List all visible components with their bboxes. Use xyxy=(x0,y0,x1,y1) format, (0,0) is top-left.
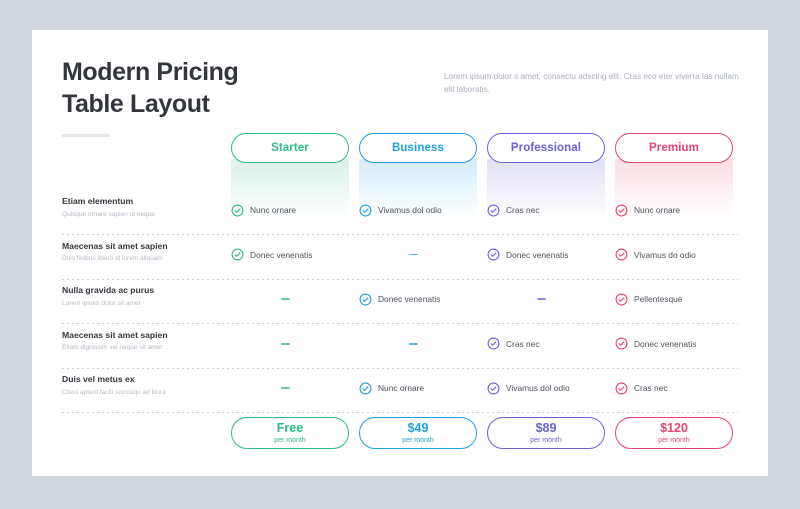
feature-title: Duis vel metus ex xyxy=(62,374,135,385)
feature-label: Etiam elementum Quisque ornare sapien ut … xyxy=(62,196,230,219)
price-amount: $120 xyxy=(660,421,688,436)
check-circle-icon xyxy=(487,337,500,350)
feature-cell: Donec venenatis xyxy=(615,322,733,366)
feature-subtitle: Etiam dignissim vel neque sit amet xyxy=(62,344,163,352)
feature-title: Etiam elementum xyxy=(62,196,134,206)
table-row: Maecenas sit amet sapien Etiam dignissim … xyxy=(62,322,738,366)
check-circle-icon xyxy=(615,293,628,306)
feature-cell: Cras nec xyxy=(615,366,733,410)
price-button-professional[interactable]: $89 per month xyxy=(487,417,605,449)
check-circle-icon xyxy=(487,248,500,261)
dash-icon xyxy=(281,342,290,345)
check-circle-icon xyxy=(359,204,372,217)
feature-cell xyxy=(487,277,605,321)
check-circle-icon xyxy=(487,204,500,217)
check-circle-icon xyxy=(615,204,628,217)
dash-icon xyxy=(281,298,290,301)
feature-label: Nulla gravida ac purus Lorem ipsum dolor … xyxy=(62,285,230,308)
feature-cell-text: Donec venenatis xyxy=(634,338,697,349)
price-button-business[interactable]: $49 per month xyxy=(359,417,477,449)
feature-subtitle: Quisque ornare sapien ut neque xyxy=(62,210,155,218)
dash-icon xyxy=(537,298,546,301)
price-period: per month xyxy=(274,436,306,444)
row-separator xyxy=(62,412,738,414)
feature-subtitle: Lorem ipsum dolor sit amet xyxy=(62,299,141,307)
feature-title: Nulla gravida ac purus xyxy=(62,285,155,296)
feature-cell-text: Cras nec xyxy=(506,205,540,215)
plan-header-premium[interactable]: Premium xyxy=(615,133,733,163)
pricing-card: Modern Pricing Table Layout Lorem ipsum … xyxy=(32,30,768,476)
feature-cell: Cras nec xyxy=(487,322,605,366)
feature-cell xyxy=(359,322,477,366)
feature-cell-text: Vivamus dol odio xyxy=(378,205,442,215)
dash-icon xyxy=(409,342,418,345)
check-circle-icon xyxy=(359,293,372,306)
price-amount: $89 xyxy=(535,421,557,436)
feature-cell-text: Pellentesque xyxy=(634,294,683,305)
feature-cell-text: Donec venenatis xyxy=(250,249,313,260)
price-period: per month xyxy=(402,436,434,444)
feature-cell-text: Donec venenatis xyxy=(378,294,441,305)
feature-cell xyxy=(231,322,349,366)
table-row: Etiam elementum Quisque ornare sapien ut … xyxy=(62,188,738,232)
feature-cell-text: Cras nec xyxy=(506,338,540,349)
plan-header-starter[interactable]: Starter xyxy=(231,133,349,163)
check-circle-icon xyxy=(615,382,628,395)
header-description: Lorem ipsum dolor s amet, consectu adsci… xyxy=(444,72,739,95)
feature-cell-text: Donec venenatis xyxy=(506,249,569,260)
check-circle-icon xyxy=(615,337,628,350)
feature-cell-text: Vivamus do odio xyxy=(634,249,696,260)
price-amount: $49 xyxy=(407,421,429,436)
feature-cell xyxy=(359,233,477,277)
feature-cell: Cras nec xyxy=(487,188,605,232)
price-period: per month xyxy=(658,436,690,444)
feature-title: Maecenas sit amet sapien xyxy=(62,329,168,340)
title-divider xyxy=(62,134,110,137)
feature-subtitle: Class aptent taciti sociosqu ad litora xyxy=(62,388,166,396)
feature-label: Duis vel metus ex Class aptent taciti soc… xyxy=(62,374,230,397)
price-period: per month xyxy=(530,436,562,444)
price-amount: Free xyxy=(276,421,304,436)
plan-header-professional[interactable]: Professional xyxy=(487,133,605,163)
dash-icon xyxy=(409,253,418,256)
feature-cell-text: Nunc ornare xyxy=(634,205,681,215)
check-circle-icon xyxy=(231,248,244,261)
feature-cell: Pellentesque xyxy=(615,277,733,321)
feature-cell: Nunc ornare xyxy=(359,366,477,410)
dash-icon xyxy=(281,387,290,390)
feature-cell-text: Nunc ornare xyxy=(378,383,425,394)
feature-subtitle: Duis finibus libero id lorem aliquam xyxy=(62,255,163,263)
check-circle-icon xyxy=(615,248,628,261)
feature-cell: Nunc ornare xyxy=(615,188,733,232)
feature-cell-text: Nunc ornare xyxy=(250,205,297,215)
check-circle-icon xyxy=(487,382,500,395)
feature-cell-text: Cras nec xyxy=(634,383,668,394)
feature-label: Maecenas sit amet sapien Etiam dignissim … xyxy=(62,330,230,353)
feature-cell xyxy=(231,277,349,321)
feature-cell: Vivamus do odio xyxy=(615,233,733,277)
feature-cell: Vivamus dol odio xyxy=(487,366,605,410)
check-circle-icon xyxy=(231,204,244,217)
check-circle-icon xyxy=(359,382,372,395)
feature-cell xyxy=(231,366,349,410)
table-row: Duis vel metus ex Class aptent taciti soc… xyxy=(62,366,738,410)
feature-label: Maecenas sit amet sapien Duis finibus lib… xyxy=(62,241,230,264)
feature-title: Maecenas sit amet sapien xyxy=(62,240,168,251)
feature-cell: Donec venenatis xyxy=(487,233,605,277)
feature-cell: Nunc ornare xyxy=(231,188,349,232)
plan-header-business[interactable]: Business xyxy=(359,133,477,163)
table-row: Nulla gravida ac purus Lorem ipsum dolor … xyxy=(62,277,738,321)
price-button-starter[interactable]: Free per month xyxy=(231,417,349,449)
feature-cell: Donec venenatis xyxy=(231,233,349,277)
table-row: Maecenas sit amet sapien Duis finibus lib… xyxy=(62,233,738,277)
feature-cell: Vivamus dol odio xyxy=(359,188,477,232)
feature-cell-text: Vivamus dol odio xyxy=(506,383,570,394)
feature-cell: Donec venenatis xyxy=(359,277,477,321)
price-button-premium[interactable]: $120 per month xyxy=(615,417,733,449)
